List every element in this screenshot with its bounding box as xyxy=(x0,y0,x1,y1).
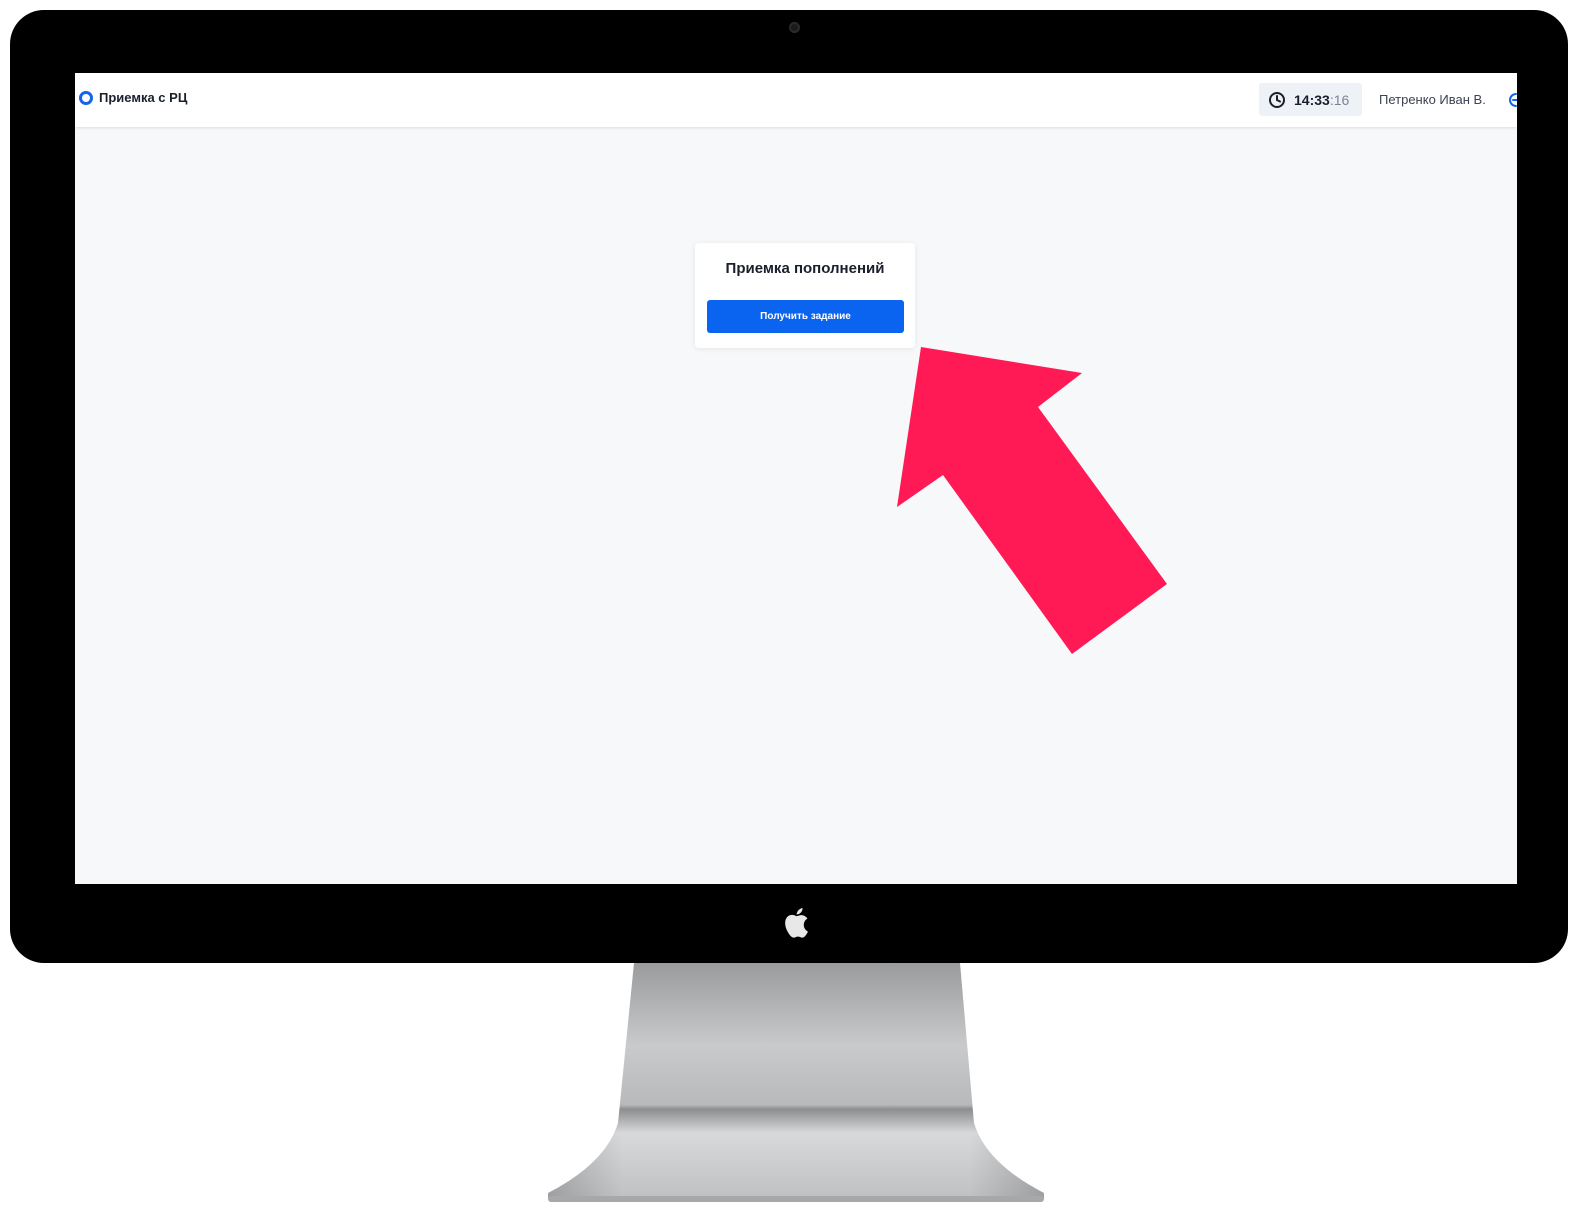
ring-icon xyxy=(79,90,93,105)
clock-hours-minutes: 14:33 xyxy=(1294,91,1330,108)
camera-icon xyxy=(789,22,800,33)
get-task-button[interactable]: Получить задание xyxy=(707,300,904,333)
logout-icon[interactable] xyxy=(1505,91,1517,109)
clock-icon xyxy=(1269,91,1285,108)
app-screen: Приемка с РЦ 14:33:16 Петренко Иван В. П… xyxy=(75,73,1517,884)
user-name[interactable]: Петренко Иван В. xyxy=(1379,92,1486,107)
card-title: Приемка пополнений xyxy=(725,260,885,277)
clock-time: 14:33:16 xyxy=(1294,92,1349,108)
task-card: Приемка пополнений Получить задание xyxy=(695,243,915,348)
apple-logo-icon xyxy=(785,908,808,938)
app-title: Приемка с РЦ xyxy=(99,90,188,105)
clock-seconds: :16 xyxy=(1329,91,1350,108)
clock-chip: 14:33:16 xyxy=(1259,83,1362,116)
top-bar: Приемка с РЦ 14:33:16 Петренко Иван В. xyxy=(75,73,1517,127)
monitor-mockup: Приемка с РЦ 14:33:16 Петренко Иван В. П… xyxy=(0,0,1570,1206)
app-brand[interactable]: Приемка с РЦ xyxy=(79,90,187,105)
monitor-stand xyxy=(548,963,1044,1202)
